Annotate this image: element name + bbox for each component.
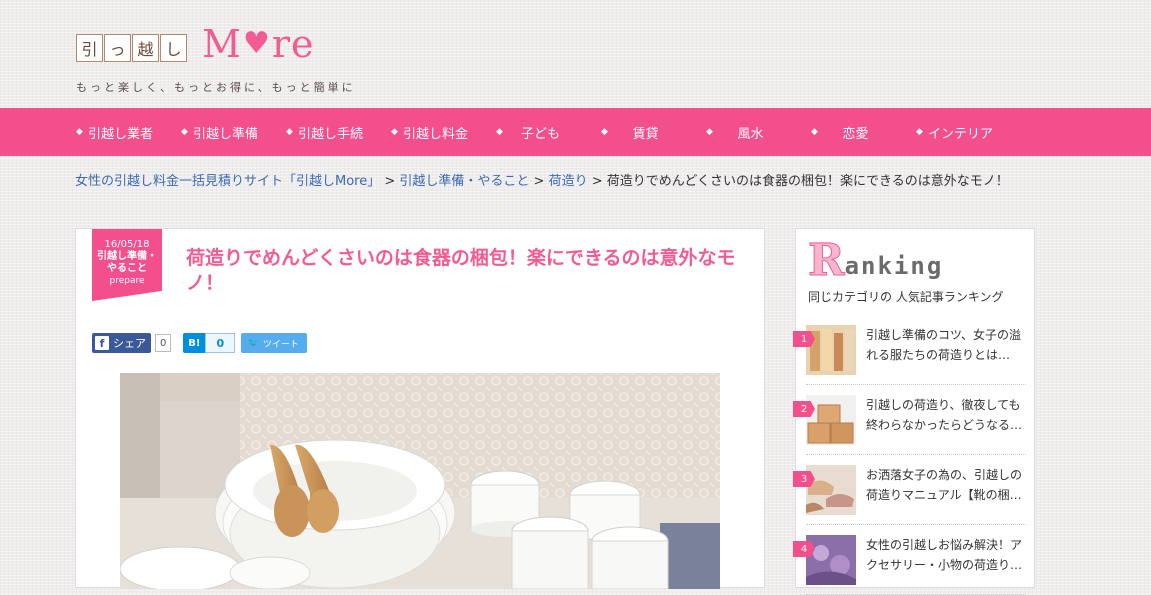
post-category-line2[interactable]: やること	[92, 263, 162, 275]
date-category-ribbon: 16/05/18 引越し準備・ やること prepare	[92, 229, 162, 301]
ranking-item[interactable]: 3 お洒落女子の為の、引越しの荷造りマニュアル【靴の梱…	[793, 455, 1036, 525]
shoes-thumbnail-image	[806, 465, 856, 515]
site-tagline: もっと楽しく、もっとお得に、もっと簡単に	[76, 81, 356, 94]
accessories-thumbnail-image	[806, 535, 856, 585]
nav-item-children[interactable]: ◆ 子ども	[488, 108, 593, 156]
nav-item-preparation[interactable]: ◆ 引越し準備	[173, 108, 278, 156]
article-card: 16/05/18 引越し準備・ やること prepare 荷造りでめんどくさいの…	[75, 228, 765, 589]
rank-number-badge: 2	[793, 401, 815, 417]
bullet-icon: ◆	[181, 127, 188, 137]
nav-item-label: 風水	[737, 126, 764, 142]
boxes-thumbnail-image	[806, 395, 856, 445]
ranking-item-title[interactable]: 引越しの荷造り、徹夜しても終わらなかったらどうなる…	[866, 395, 1026, 435]
ranking-thumbnail[interactable]	[806, 395, 856, 445]
ranking-thumbnail[interactable]	[806, 325, 856, 375]
ranking-thumbnail[interactable]	[806, 535, 856, 585]
logo-char: 越	[132, 34, 159, 62]
article-title: 荷造りでめんどくさいのは食器の梱包！楽にできるのは意外なモノ！	[186, 247, 736, 294]
bullet-icon: ◆	[811, 127, 818, 137]
share-buttons: f シェア 0 B! 0 🐦 ツイート	[92, 333, 307, 353]
post-date: 16/05/18	[104, 239, 150, 250]
logo-char: っ	[104, 34, 131, 62]
bullet-icon: ◆	[916, 127, 923, 137]
ranking-heading-rest: anking	[844, 252, 944, 280]
logo-char: 引	[76, 34, 103, 62]
hatena-bookmark-button[interactable]: B! 0	[183, 333, 236, 353]
global-nav: ◆ 引越し業者 ◆ 引越し準備 ◆ 引越し手続 ◆ 引越し料金 ◆ 子ども ◆ 賃貸 ◆ 風水…	[0, 108, 1151, 156]
ranking-item-title[interactable]: お洒落女子の為の、引越しの荷造りマニュアル【靴の梱…	[866, 465, 1026, 505]
nav-item-label: 恋愛	[842, 126, 869, 142]
facebook-share-label: シェア	[113, 337, 146, 350]
breadcrumb-separator: >	[529, 174, 549, 189]
article-hero-image	[120, 373, 720, 589]
logo-more-rest: re	[271, 22, 315, 66]
logo-more-text: M ♥ re	[202, 22, 315, 66]
ranking-item[interactable]: 2 引越しの荷造り、徹夜しても終わらなかったらどうなる…	[793, 385, 1036, 455]
hatena-bookmark-count: 0	[205, 333, 236, 353]
ranking-item[interactable]: 1 引越し準備のコツ、女子の溢れる服たちの荷造りとは…	[793, 315, 1036, 385]
bullet-icon: ◆	[706, 127, 713, 137]
ranking-heading: Ranking	[808, 235, 944, 286]
ranking-heading-initial: R	[808, 235, 846, 286]
nav-item-procedures[interactable]: ◆ 引越し手続	[278, 108, 383, 156]
nav-item-rental[interactable]: ◆ 賃貸	[593, 108, 698, 156]
ranking-subtitle: 同じカテゴリの 人気記事ランキング	[808, 290, 1004, 304]
nav-item-fengshui[interactable]: ◆ 風水	[698, 108, 803, 156]
breadcrumb-home-link[interactable]: 女性の引越し料金一括見積りサイト「引越しMore」	[75, 174, 380, 189]
facebook-share-count: 0	[155, 334, 172, 352]
logo-kanji-boxes: 引 っ 越 し	[76, 34, 188, 62]
ranking-sidebar: Ranking 同じカテゴリの 人気記事ランキング 1 引越し準備のコツ、女子の…	[793, 228, 1035, 595]
logo-more-m: M	[202, 22, 242, 66]
twitter-bird-icon: 🐦	[247, 337, 260, 349]
nav-item-interior[interactable]: ◆ インテリア	[908, 108, 1013, 156]
logo-char: し	[160, 34, 187, 62]
nav-item-fees[interactable]: ◆ 引越し料金	[383, 108, 488, 156]
rank-number-badge: 4	[793, 541, 815, 557]
nav-item-label: 賃貸	[632, 126, 659, 142]
breadcrumb-category-link[interactable]: 引越し準備・やること	[399, 174, 529, 189]
breadcrumb-separator: >	[587, 174, 607, 189]
nav-item-label: 引越し準備	[192, 126, 258, 142]
heart-icon: ♥	[242, 26, 271, 61]
ranking-item-title[interactable]: 女性の引越しお悩み解決！アクセサリー・小物の荷造り…	[866, 535, 1026, 575]
bullet-icon: ◆	[496, 127, 503, 137]
nav-item-label: 引越し料金	[402, 126, 468, 142]
nav-item-label: 子ども	[520, 126, 560, 142]
ranking-list: 1 引越し準備のコツ、女子の溢れる服たちの荷造りとは… 2 引越しの荷造り、徹夜…	[793, 315, 1036, 595]
twitter-tweet-button[interactable]: 🐦 ツイート	[241, 333, 307, 353]
facebook-share-button[interactable]: f シェア	[92, 333, 151, 353]
rank-number-badge: 1	[793, 331, 815, 347]
site-logo[interactable]: 引 っ 越 し M ♥ re	[76, 22, 315, 66]
hatena-bookmark-icon: B!	[183, 333, 206, 353]
bullet-icon: ◆	[286, 127, 293, 137]
nav-item-moving-company[interactable]: ◆ 引越し業者	[68, 108, 173, 156]
clothes-thumbnail-image	[806, 325, 856, 375]
twitter-tweet-label: ツイート	[262, 339, 299, 350]
bullet-icon: ◆	[76, 127, 83, 137]
facebook-icon: f	[95, 336, 109, 350]
bullet-icon: ◆	[601, 127, 608, 137]
breadcrumb-separator: >	[380, 174, 400, 189]
tableware-photo	[120, 373, 720, 589]
ranking-item-title[interactable]: 引越し準備のコツ、女子の溢れる服たちの荷造りとは…	[866, 325, 1026, 365]
breadcrumb-subcategory-link[interactable]: 荷造り	[549, 174, 588, 189]
ranking-item[interactable]: 4 女性の引越しお悩み解決！アクセサリー・小物の荷造り…	[793, 525, 1036, 595]
ranking-thumbnail[interactable]	[806, 465, 856, 515]
site-header: 引 っ 越 し M ♥ re もっと楽しく、もっとお得に、もっと簡単に	[0, 0, 1151, 108]
rank-number-badge: 3	[793, 471, 815, 487]
nav-item-love[interactable]: ◆ 恋愛	[803, 108, 908, 156]
nav-item-label: インテリア	[927, 126, 993, 142]
post-category-en: prepare	[109, 276, 145, 286]
post-category-line1[interactable]: 引越し準備・	[92, 251, 162, 263]
bullet-icon: ◆	[391, 127, 398, 137]
breadcrumb: 女性の引越し料金一括見積りサイト「引越しMore」 > 引越し準備・やること >…	[75, 172, 1035, 192]
nav-item-label: 引越し業者	[87, 126, 153, 142]
nav-item-label: 引越し手続	[297, 126, 363, 142]
breadcrumb-current: 荷造りでめんどくさいのは食器の梱包！楽にできるのは意外なモノ！	[606, 174, 1009, 189]
